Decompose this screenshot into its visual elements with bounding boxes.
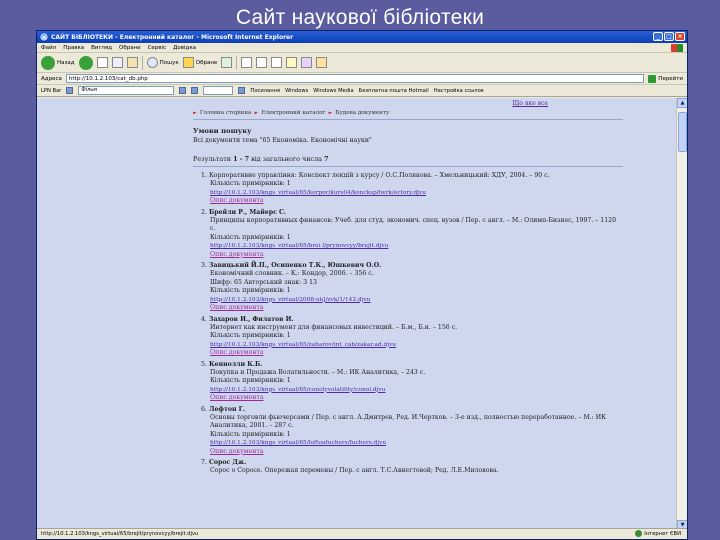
menu-file[interactable]: Файл [41, 45, 56, 51]
page-content: Що яке все ► Головна сторінка ► Електрон… [37, 98, 678, 530]
document-link[interactable]: http://10.1.2.103/kngs_virtual/2008-ukJ/… [201, 296, 621, 304]
breadcrumb-catalog[interactable]: Електронний каталог [261, 110, 325, 116]
links-label: Посилання [250, 87, 281, 94]
top-links[interactable]: Що яке все [512, 100, 548, 107]
windows-logo-icon [671, 44, 683, 52]
standard-toolbar: Назад Пошук Обране [37, 53, 687, 73]
document-description-link[interactable]: Опис документа [201, 251, 621, 259]
document-link[interactable]: http://10.1.2.103/kngs_virtual/65/brei l… [201, 242, 621, 250]
results-summary: Результати 1 - 7 від загального числа 7 [193, 155, 329, 163]
security-zone: Інтернет ЄВИ [635, 530, 681, 537]
forward-arrow-icon [78, 55, 93, 70]
link-customize[interactable]: Настройка ссылок [434, 88, 484, 94]
globe-icon [635, 530, 643, 537]
list-item: 4. Захаров И., Филатов И. Интернет как ин… [201, 316, 621, 358]
favorites-label: Обране [195, 59, 218, 66]
search-conditions-text: Всі документи тема "65 Економіка. Економ… [193, 137, 372, 144]
document-description-link[interactable]: Опис документа [201, 448, 621, 456]
browser-window: e САЙТ БІБЛІОТЕКИ - Електронний каталог … [36, 30, 688, 540]
status-url: http://10.1.2.103/kngs_virtual/65/brejit… [41, 531, 199, 537]
minimize-button[interactable]: _ [653, 32, 663, 41]
breadcrumb: ► Головна сторінка ► Електронний каталог… [193, 110, 389, 116]
link-windows-media[interactable]: Windows Media [313, 88, 353, 94]
status-bar: http://10.1.2.103/kngs_virtual/65/brejit… [37, 528, 687, 539]
go-button[interactable]: Перейти [648, 74, 683, 83]
divider [193, 119, 623, 120]
back-button[interactable]: Назад [41, 55, 75, 70]
list-item: 3. Завицький Й.П., Осипенко Т.К., Юшкевич… [201, 262, 621, 312]
close-button[interactable]: × [675, 32, 685, 41]
star-icon [182, 57, 194, 68]
options-icon[interactable] [179, 87, 187, 94]
folder-icon[interactable] [316, 57, 328, 68]
breadcrumb-arrow-icon: ► [193, 110, 197, 116]
document-link[interactable]: http://10.1.2.103/kngs_virtual/65/conoly… [201, 386, 621, 394]
slide-title: Сайт наукової бібліотеки [235, 6, 485, 29]
document-link[interactable]: http://10.1.2.103/kngs_virtual/65/korpor… [201, 189, 621, 197]
breadcrumb-current: Будова документу [335, 110, 390, 116]
link-windows[interactable]: Windows [285, 88, 308, 94]
back-label: Назад [57, 59, 75, 66]
address-bar: Адреса http://10.1.2.103/cat_db.php Пере… [37, 73, 687, 85]
divider [193, 166, 623, 167]
media-icon[interactable] [221, 57, 233, 68]
linksbar-select[interactable]: Фільм [78, 86, 175, 95]
link-hotmail[interactable]: Безплатна пошта Hotmail [359, 88, 429, 94]
list-item: 1. Корпоративне управління: Конспект лекц… [201, 172, 621, 206]
address-label: Адреса [41, 75, 62, 82]
favorites-button[interactable]: Обране [182, 57, 218, 68]
document-description-link[interactable]: Опис документа [201, 197, 621, 205]
linksbar-left-label: LPN Bar [41, 87, 62, 94]
search-conditions-title: Умови пошуку [193, 127, 252, 135]
breadcrumb-arrow-icon: ► [328, 110, 333, 116]
messenger-icon[interactable] [301, 57, 313, 68]
vertical-scrollbar[interactable]: ▲ ▼ [676, 98, 687, 530]
document-link[interactable]: http://10.1.2.103/kngs_virtual/65/loftou… [201, 439, 621, 447]
scroll-up-icon[interactable]: ▲ [677, 98, 687, 108]
edit-icon[interactable] [271, 57, 283, 68]
discuss-icon[interactable] [286, 57, 298, 68]
menu-view[interactable]: Вигляд [91, 45, 112, 51]
search-bar-icon[interactable] [66, 87, 74, 94]
search-button[interactable]: Пошук [146, 57, 179, 68]
print-icon[interactable] [256, 57, 268, 68]
back-arrow-icon [41, 55, 55, 70]
home-icon[interactable] [126, 57, 138, 68]
document-description-link[interactable]: Опис документа [201, 304, 621, 312]
list-item: 2. Брейли Р., Майерс С. Принципы корпорат… [201, 209, 621, 259]
bookmark-icon[interactable] [191, 87, 199, 94]
search-label: Пошук [159, 59, 179, 66]
forward-button[interactable] [78, 55, 93, 70]
svg-text:e: e [42, 35, 46, 41]
search-icon [146, 57, 158, 68]
go-arrow-icon [648, 74, 657, 83]
breadcrumb-home[interactable]: Головна сторінка [200, 110, 252, 116]
document-description-link[interactable]: Опис документа [201, 394, 621, 402]
results-list: 1. Корпоративне управління: Конспект лекц… [201, 172, 621, 479]
menu-edit[interactable]: Правка [63, 45, 84, 51]
links-bar: LPN Bar Фільм Посилання Windows Windows … [37, 85, 687, 97]
list-item: 7. Сорос Дж. Сорос о Соросе. Опережая пер… [201, 459, 499, 475]
mail-icon[interactable] [241, 57, 253, 68]
linksbar-search-input[interactable] [203, 86, 234, 95]
list-item: 6. Лефтон Г. Основы торговли фьючерсами /… [201, 406, 621, 456]
list-item: 5. Кеннолли К.Б. Покупка и Продажа Волати… [201, 361, 621, 403]
menu-bar: Файл Правка Вигляд Обране Сервіс Довідка [37, 43, 687, 53]
maximize-button[interactable]: □ [664, 32, 674, 41]
document-link[interactable]: http://10.1.2.103/kngs_virtual/65/zaharo… [201, 341, 621, 349]
window-title: САЙТ БІБЛІОТЕКИ - Електронний каталог - … [51, 33, 294, 41]
scroll-thumb[interactable] [678, 112, 687, 152]
breadcrumb-arrow-icon: ► [254, 110, 259, 116]
document-description-link[interactable]: Опис документа [201, 349, 621, 357]
stop-icon[interactable] [96, 57, 108, 68]
menu-tools[interactable]: Сервіс [148, 45, 167, 51]
ie-icon: e [40, 33, 48, 41]
menu-help[interactable]: Довідка [173, 45, 196, 51]
address-input[interactable]: http://10.1.2.103/cat_db.php [65, 74, 645, 83]
window-titlebar: e САЙТ БІБЛІОТЕКИ - Електронний каталог … [37, 31, 687, 43]
refresh-icon[interactable] [111, 57, 123, 68]
highlight-icon[interactable] [238, 87, 246, 94]
menu-favorites[interactable]: Обране [119, 45, 141, 51]
